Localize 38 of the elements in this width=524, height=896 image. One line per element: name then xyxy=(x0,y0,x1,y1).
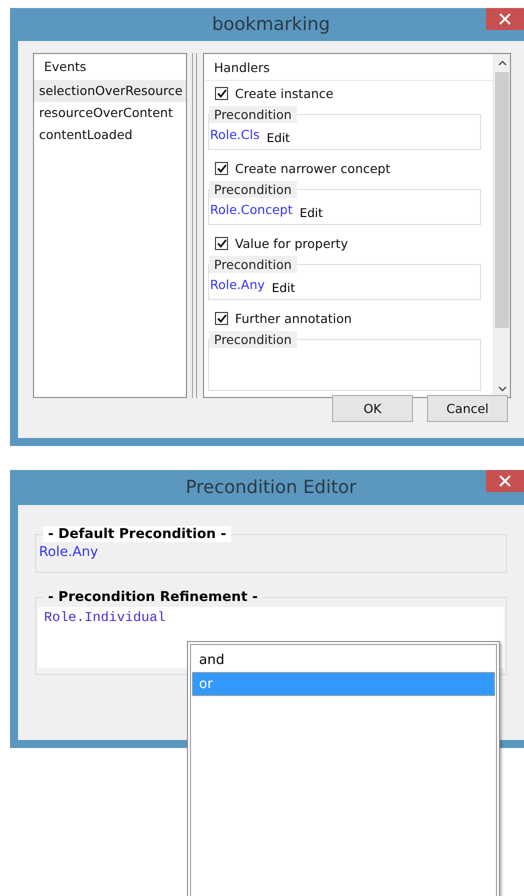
event-item[interactable]: selectionOverResource xyxy=(34,80,186,102)
group-label: - Default Precondition - xyxy=(43,526,232,542)
edit-link[interactable]: Edit xyxy=(272,281,296,295)
list-header: Events xyxy=(43,58,88,76)
event-item[interactable]: contentLoaded xyxy=(34,124,186,146)
scrollbar-thumb[interactable] xyxy=(495,72,509,328)
close-button[interactable] xyxy=(486,470,524,492)
scrollbar[interactable] xyxy=(493,54,510,397)
checkbox[interactable] xyxy=(215,162,228,175)
checkbox[interactable] xyxy=(215,237,228,250)
window-title: Precondition Editor xyxy=(184,477,358,498)
checkbox-label: Create narrower concept xyxy=(235,161,390,176)
role-link[interactable]: Role.Concept xyxy=(210,202,293,217)
window-title: bookmarking xyxy=(210,14,332,35)
event-item[interactable]: resourceOverContent xyxy=(34,102,186,124)
close-icon xyxy=(499,475,511,487)
chevron-up-icon[interactable] xyxy=(498,60,506,66)
checkbox[interactable] xyxy=(215,87,228,100)
list-header: Handlers xyxy=(213,60,271,74)
close-icon xyxy=(499,13,511,25)
role-link[interactable]: Role.Cls xyxy=(210,127,260,142)
role-link[interactable]: Role.Any xyxy=(210,277,265,292)
edit-link[interactable]: Edit xyxy=(300,206,323,220)
group-label: Precondition xyxy=(209,106,297,123)
close-button[interactable] xyxy=(486,8,524,30)
checkbox-label: Create instance xyxy=(235,86,334,101)
checkbox-label: Further annotation xyxy=(235,311,352,326)
group-label: Precondition xyxy=(209,256,297,273)
role-link[interactable]: Role.Any xyxy=(38,542,504,560)
checkbox[interactable] xyxy=(215,312,228,325)
group-label: Precondition xyxy=(209,331,297,348)
checkbox-label: Value for property xyxy=(235,236,348,251)
chevron-down-icon[interactable] xyxy=(498,386,506,392)
dialog-button[interactable]: Cancel xyxy=(427,395,508,422)
dialog-button[interactable]: OK xyxy=(332,395,413,422)
group-label: Precondition xyxy=(209,181,297,198)
group-label: - Precondition Refinement - xyxy=(47,589,259,605)
edit-link[interactable]: Edit xyxy=(266,131,290,145)
